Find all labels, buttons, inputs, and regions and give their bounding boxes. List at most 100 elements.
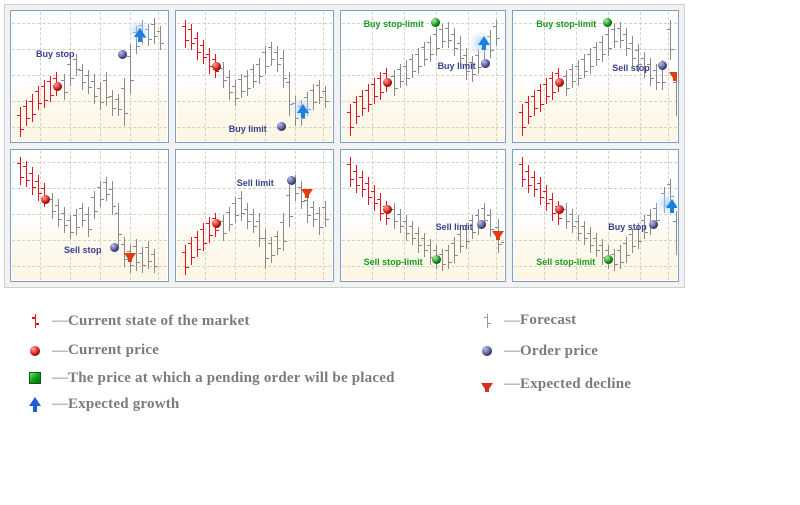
ohlc-bar-market bbox=[193, 231, 201, 257]
ohlc-bar-forecast bbox=[444, 245, 452, 269]
order-price-marker bbox=[286, 176, 296, 185]
ohlc-bar-forecast bbox=[390, 203, 398, 229]
ohlc-bar-forecast bbox=[231, 197, 239, 223]
legend-dash: — bbox=[52, 369, 68, 386]
panel-sell-stop-limit[interactable]: Sell limit Sell stop-limit bbox=[339, 149, 507, 282]
ohlc-bar-market bbox=[346, 157, 354, 187]
gridline-horizontal bbox=[514, 101, 677, 102]
ohlc-bar-market bbox=[199, 40, 207, 64]
ohlc-bar-forecast bbox=[91, 191, 98, 219]
ohlc-bar-forecast bbox=[500, 235, 505, 265]
ohlc-bar-forecast bbox=[569, 209, 577, 233]
ohlc-bar-market bbox=[199, 223, 207, 251]
blue-up-arrow-icon bbox=[18, 393, 52, 415]
panel-buy-stop[interactable]: Buy stop bbox=[10, 10, 169, 143]
ohlc-bar-forecast bbox=[61, 207, 68, 233]
ohlc-bar-market bbox=[181, 245, 189, 275]
ohlc-bar-forecast bbox=[91, 74, 98, 104]
panel-sell-stop[interactable]: Sell stop bbox=[10, 149, 169, 282]
red-down-arrow-icon bbox=[470, 373, 504, 395]
legend-dash: — bbox=[52, 312, 68, 329]
panel-row-bottom: Sell stop Sell limit Sell limit Sell sto… bbox=[10, 149, 679, 282]
legend-item-expected-growth: — Expected growth bbox=[18, 391, 488, 417]
chart-plot-area: Buy stop bbox=[12, 12, 167, 141]
gridline-horizontal bbox=[12, 266, 167, 267]
ohlc-bar-market bbox=[23, 161, 30, 187]
ohlc-bar-forecast bbox=[151, 18, 158, 44]
gridline-vertical bbox=[264, 12, 266, 141]
chart-plot-area: Buy stop Sell stop-limit bbox=[514, 151, 677, 280]
ohlc-bar-forecast bbox=[151, 249, 158, 273]
ohlc-bar-forecast bbox=[85, 207, 92, 237]
legend-item-current-state: — Current state of the market bbox=[18, 306, 488, 336]
panel-buy-stop-limit-sell-stop[interactable]: Buy stop-limit Sell stop bbox=[512, 10, 679, 143]
ohlc-bar-forecast bbox=[593, 233, 601, 257]
ohlc-bar-forecast bbox=[438, 24, 446, 48]
ohlc-bar-market bbox=[352, 96, 360, 124]
ohlc-bar-forecast bbox=[219, 215, 227, 241]
gridline-horizontal bbox=[341, 214, 505, 215]
panel-buy-limit[interactable]: Buy limit bbox=[174, 10, 334, 143]
label-buy-limit: Buy limit bbox=[228, 124, 267, 134]
legend-dash: — bbox=[504, 311, 520, 329]
ohlc-bar-market bbox=[364, 177, 372, 205]
gridline-horizontal bbox=[12, 188, 167, 189]
panel-sell-stop-limit-buy-stop[interactable]: Buy stop Sell stop-limit bbox=[512, 149, 679, 282]
ohlc-bar-forecast bbox=[623, 237, 631, 263]
ohlc-bar-forecast bbox=[273, 231, 281, 255]
ohlc-bar-forecast bbox=[279, 50, 287, 88]
ohlc-bar-market bbox=[537, 84, 545, 112]
expected-decline-arrow-icon bbox=[669, 72, 677, 81]
ohlc-bar-forecast bbox=[237, 191, 245, 221]
ohlc-bar-market bbox=[352, 165, 360, 193]
label-sell-stop-limit: Sell stop-limit bbox=[536, 257, 596, 267]
chart-plot-area: Buy stop-limit Buy limit bbox=[341, 12, 505, 141]
ohlc-bar-forecast bbox=[414, 48, 422, 74]
legend-label: Current price bbox=[68, 342, 160, 358]
chart-plot-area: Sell limit Sell stop-limit bbox=[341, 151, 505, 280]
ohlc-bar-market bbox=[29, 167, 36, 195]
panel-buy-stop-limit[interactable]: Buy stop-limit Buy limit bbox=[339, 10, 507, 143]
ohlc-bar-forecast bbox=[456, 229, 464, 253]
ohlc-bar-forecast bbox=[647, 58, 655, 86]
gridline-vertical bbox=[234, 12, 236, 141]
ohlc-bar-forecast bbox=[623, 28, 631, 56]
chart-plot-area: Sell limit bbox=[176, 151, 332, 280]
ohlc-bar-forecast bbox=[426, 239, 434, 265]
gridline-horizontal bbox=[514, 127, 677, 128]
ohlc-bar-forecast bbox=[581, 54, 589, 78]
ohlc-bar-market bbox=[205, 48, 213, 74]
expected-growth-arrow-icon bbox=[134, 28, 146, 42]
gridline-horizontal bbox=[341, 127, 505, 128]
ohlc-bar-market bbox=[358, 171, 366, 197]
expected-decline-arrow-icon bbox=[124, 253, 136, 262]
legend-dash: — bbox=[52, 341, 68, 359]
gridline-horizontal bbox=[341, 75, 505, 76]
ohlc-bar-forecast bbox=[267, 42, 275, 66]
current-price-marker bbox=[53, 82, 62, 91]
ohlc-bar-forecast bbox=[486, 209, 494, 237]
gridline-vertical bbox=[204, 151, 206, 280]
gridline-horizontal bbox=[12, 162, 167, 163]
legend-item-pending-order-price: — The price at which a pending order wil… bbox=[18, 365, 488, 391]
gridline-horizontal bbox=[514, 162, 677, 163]
ohlc-bar-forecast bbox=[402, 215, 410, 241]
expected-growth-arrow-icon bbox=[666, 199, 677, 213]
chart-plot-area: Buy stop-limit Sell stop bbox=[514, 12, 677, 141]
ohlc-bar-forecast bbox=[309, 201, 317, 227]
label-buy-stop-limit: Buy stop-limit bbox=[536, 19, 597, 29]
legend-label: Expected growth bbox=[68, 395, 180, 412]
ohlc-bar-forecast bbox=[396, 209, 404, 233]
ohlc-bar-forecast bbox=[261, 229, 269, 269]
ohlc-bar-forecast bbox=[563, 203, 571, 229]
current-price-marker bbox=[211, 62, 221, 71]
current-price-marker bbox=[382, 78, 392, 87]
panel-sell-limit[interactable]: Sell limit bbox=[174, 149, 334, 282]
chart-plot-area: Buy limit bbox=[176, 12, 332, 141]
ohlc-bar-forecast bbox=[249, 64, 257, 88]
ohlc-bar-market bbox=[205, 217, 213, 243]
gridline-horizontal bbox=[341, 101, 505, 102]
ohlc-bar-forecast bbox=[249, 209, 257, 233]
order-price-marker bbox=[276, 122, 286, 131]
ohlc-bar-market bbox=[193, 32, 201, 60]
